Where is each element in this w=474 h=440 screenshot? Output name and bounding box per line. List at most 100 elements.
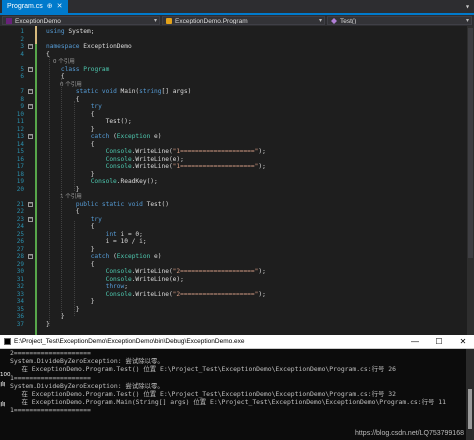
vertical-scrollbar[interactable] <box>467 26 474 335</box>
code-line[interactable]: Console.WriteLine(e); <box>46 156 184 164</box>
console-scrollbar-thumb[interactable] <box>468 389 472 429</box>
code-line[interactable]: Console.WriteLine("1====================… <box>46 163 266 171</box>
csharp-project-icon <box>6 18 12 24</box>
tab-program-cs[interactable]: Program.cs ⊕ ✕ <box>2 0 68 13</box>
close-button[interactable]: ✕ <box>452 335 474 348</box>
collapse-icon[interactable]: − <box>28 254 33 259</box>
code-line[interactable]: Console.WriteLine("1====================… <box>46 148 266 156</box>
close-icon[interactable]: ✕ <box>57 0 63 13</box>
code-line[interactable]: Console.WriteLine("2====================… <box>46 268 266 276</box>
code-line[interactable]: { <box>46 208 80 216</box>
code-line[interactable]: } <box>46 298 95 306</box>
project-dropdown[interactable]: ExceptionDemo ▾ <box>2 16 160 25</box>
code-token: Console <box>105 163 132 170</box>
code-token: try <box>90 103 102 110</box>
code-line[interactable]: } <box>46 246 95 254</box>
console-line: 1==================== <box>10 406 91 415</box>
code-line[interactable]: catch (Exception e) <box>46 133 162 141</box>
pin-icon[interactable]: ⊕ <box>47 0 53 13</box>
code-token: Test(); <box>46 118 132 125</box>
member-dropdown-label: Test() <box>340 18 357 25</box>
code-token: System; <box>68 28 95 35</box>
line-number: 20 <box>16 185 24 193</box>
code-line[interactable]: } <box>46 126 95 134</box>
class-dropdown[interactable]: ExceptionDemo.Program ▾ <box>162 16 325 25</box>
console-title-bar[interactable]: E:\Project_Test\ExceptionDemo\ExceptionD… <box>0 335 474 349</box>
collapse-icon[interactable]: − <box>28 66 33 72</box>
code-editor[interactable]: 1 2 3−4 5−6 7−8 9−10 11 12 13−14 15 16 17 18 19 20 21−2… <box>0 26 474 335</box>
code-token: ); <box>258 290 266 298</box>
code-token: Test() <box>146 200 169 208</box>
code-token: [] args) <box>161 88 192 95</box>
code-line[interactable]: using System; <box>46 28 94 36</box>
line-number: 19 <box>16 178 24 185</box>
code-token: "1====================" <box>172 148 259 155</box>
code-line[interactable]: class Program <box>46 66 109 74</box>
code-line[interactable]: { <box>46 110 95 119</box>
code-line[interactable]: { <box>46 140 95 149</box>
code-line[interactable]: Console.WriteLine("2====================… <box>46 291 266 299</box>
console-line: 1==================== <box>10 373 91 382</box>
collapse-icon[interactable]: − <box>28 104 33 109</box>
change-tracking-bar <box>35 26 37 335</box>
code-line[interactable]: { <box>46 261 95 269</box>
code-line[interactable]: namespace ExceptionDemo <box>46 43 132 51</box>
code-token: Console <box>105 155 132 163</box>
collapse-icon[interactable]: − <box>28 134 33 139</box>
code-token: .WriteLine( <box>131 268 173 275</box>
code-token: { <box>46 140 95 148</box>
code-line[interactable]: catch (Exception e) <box>46 253 162 261</box>
line-number: 32 <box>16 283 24 290</box>
code-token: .WriteLine( <box>131 148 173 155</box>
indent-guide <box>61 78 62 318</box>
tab-dropdown-icon[interactable]: ▾ <box>465 0 470 13</box>
console-scrollbar[interactable] <box>466 349 474 440</box>
maximize-button[interactable]: ☐ <box>428 335 450 348</box>
code-token: { <box>46 223 95 230</box>
line-number: 31 <box>16 275 24 283</box>
code-line[interactable]: throw; <box>46 283 128 291</box>
line-number: 6 <box>20 73 24 80</box>
code-token: Console <box>105 290 132 298</box>
code-line[interactable]: Console.WriteLine(e); <box>46 276 184 284</box>
console-app-icon <box>4 338 11 345</box>
collapse-icon[interactable]: − <box>28 89 33 94</box>
collapse-icon[interactable]: − <box>28 201 33 207</box>
line-number: 14 <box>16 140 24 148</box>
code-line[interactable]: Console.ReadKey(); <box>46 178 158 186</box>
code-token: ); <box>258 148 266 155</box>
line-number: 17 <box>16 163 24 170</box>
code-token: Exception <box>116 133 151 140</box>
line-number: 34 <box>16 298 24 305</box>
side-label: 100 <box>0 372 11 378</box>
member-dropdown[interactable]: Test() ▾ <box>327 16 472 25</box>
side-label: 自 <box>0 402 6 408</box>
side-label: 自 <box>0 382 6 388</box>
code-token: { <box>46 110 95 118</box>
code-token: ); <box>258 268 266 275</box>
code-line[interactable]: } <box>46 171 95 179</box>
code-token: static void <box>75 88 121 95</box>
line-number: 2 <box>20 35 24 43</box>
code-token: Console <box>105 268 132 275</box>
indent-guide <box>74 221 75 316</box>
background-window-sliver: 100 自 自 <box>0 359 11 439</box>
collapse-icon[interactable]: − <box>28 216 33 222</box>
line-number: 29 <box>16 260 24 268</box>
tab-label: Program.cs <box>7 3 43 10</box>
code-line[interactable]: static void Main(string[] args) <box>46 88 192 96</box>
line-number: 33 <box>16 290 24 298</box>
code-line[interactable]: Test(); <box>46 118 132 126</box>
code-line[interactable]: public static void Test() <box>46 201 169 209</box>
line-number: 18 <box>16 170 24 178</box>
code-token: e) <box>150 253 162 260</box>
code-token: e) <box>150 133 162 140</box>
collapse-icon[interactable]: − <box>28 44 33 49</box>
code-line[interactable]: { <box>46 223 95 231</box>
scrollbar-thumb[interactable] <box>468 28 473 258</box>
code-token: namespace <box>46 43 84 50</box>
minimize-button[interactable]: — <box>404 335 426 348</box>
